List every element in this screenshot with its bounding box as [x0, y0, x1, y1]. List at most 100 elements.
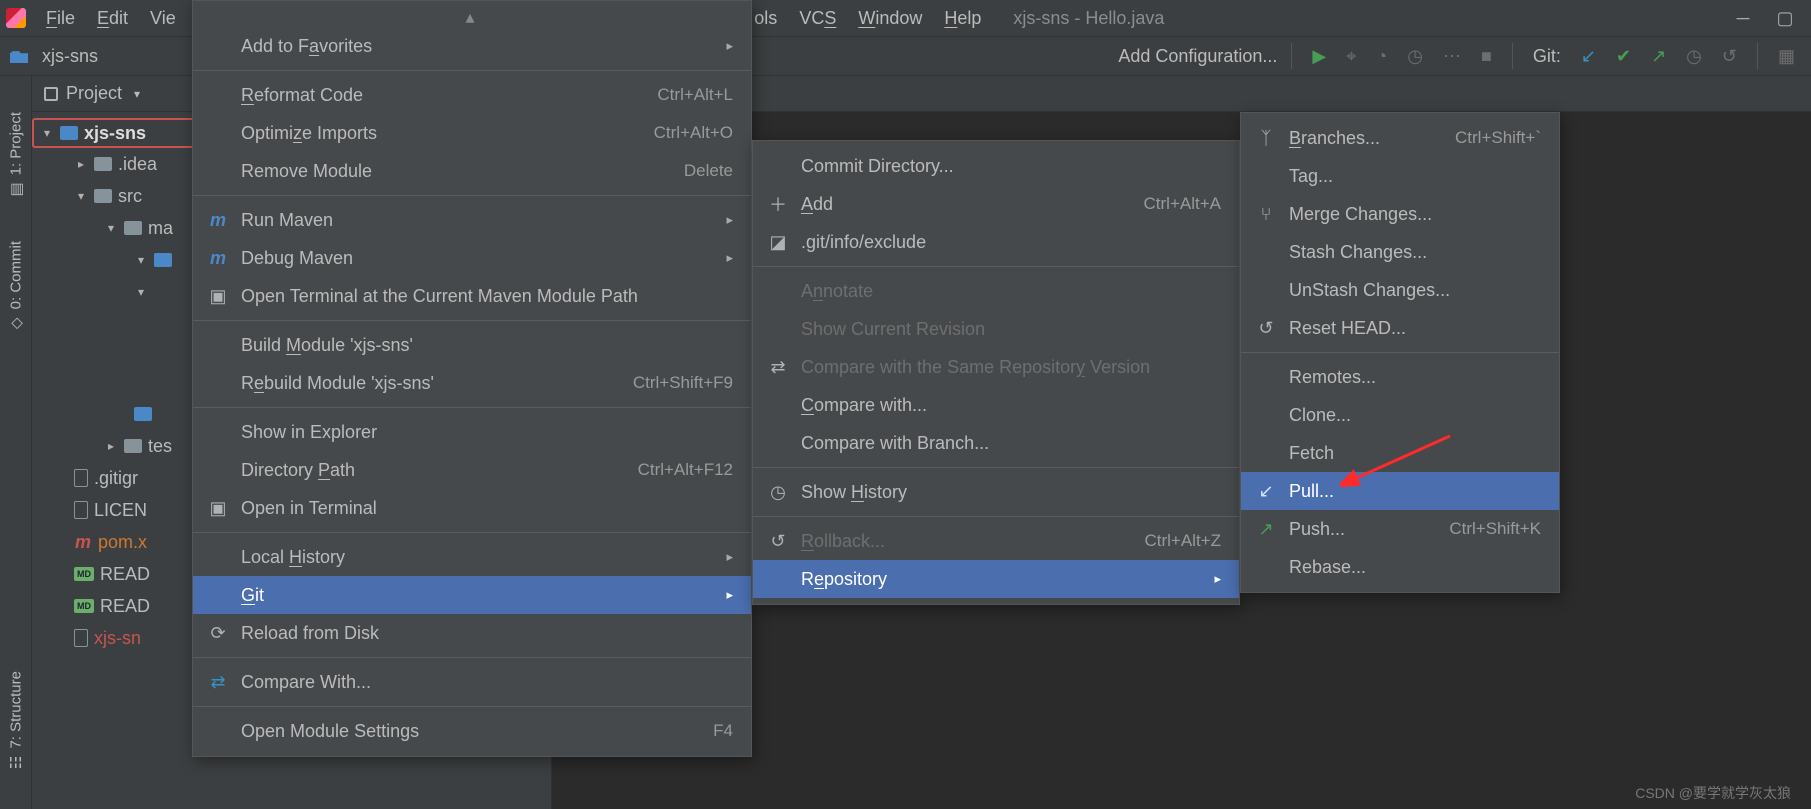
separator — [193, 657, 751, 658]
divider — [1291, 43, 1292, 69]
toolwindow-project[interactable]: ▤1: Project — [4, 106, 28, 205]
menu-clone[interactable]: Clone... — [1241, 396, 1559, 434]
menu-compare-branch[interactable]: Compare with Branch... — [753, 424, 1239, 462]
menu-view[interactable]: Vie — [140, 4, 186, 33]
watermark: CSDN @要学就学灰太狼 — [1635, 783, 1791, 803]
clock-icon: ◷ — [767, 482, 789, 503]
menu-git-exclude[interactable]: ◪.git/info/exclude — [753, 223, 1239, 261]
menu-compare-with[interactable]: ⇄Compare With... — [193, 663, 751, 701]
file-icon — [74, 469, 88, 487]
folder-icon — [124, 439, 142, 453]
menu-directory-path[interactable]: Directory PathCtrl+Alt+F12 — [193, 451, 751, 489]
git-label: Git: — [1527, 46, 1567, 67]
git-push-icon[interactable]: ↗ — [1645, 46, 1672, 67]
git-commit-icon[interactable]: ✔ — [1610, 46, 1637, 67]
menu-open-terminal[interactable]: ▣Open in Terminal — [193, 489, 751, 527]
breadcrumb[interactable]: xjs-sns — [42, 46, 98, 67]
maven-debug-icon: m — [207, 248, 229, 269]
toolwindow-commit[interactable]: ◇0: Commit — [4, 235, 28, 339]
separator — [193, 70, 751, 71]
menu-push[interactable]: ↗Push...Ctrl+Shift+K — [1241, 510, 1559, 548]
stop-icon[interactable]: ■ — [1475, 46, 1498, 67]
window-title: xjs-sns - Hello.java — [1013, 8, 1164, 29]
menu-reformat[interactable]: Reformat CodeCtrl+Alt+L — [193, 76, 751, 114]
menu-pull[interactable]: ↙Pull... — [1241, 472, 1559, 510]
toolwindow-structure[interactable]: ☷7: Structure — [4, 665, 28, 779]
menu-scroll-up-icon[interactable]: ▴ — [193, 7, 751, 27]
terminal-icon: ▣ — [207, 286, 229, 307]
menu-unstash[interactable]: UnStash Changes... — [1241, 271, 1559, 309]
menu-repository[interactable]: Repository▸ — [753, 560, 1239, 598]
menu-compare-same-repo: ⇄Compare with the Same Repository Versio… — [753, 348, 1239, 386]
undo-icon: ↺ — [767, 531, 789, 552]
add-configuration-button[interactable]: Add Configuration... — [1118, 46, 1277, 67]
markdown-icon: MD — [74, 567, 94, 581]
merge-icon: ⑂ — [1255, 204, 1277, 225]
menu-rebase[interactable]: Rebase... — [1241, 548, 1559, 586]
markdown-icon: MD — [74, 599, 94, 613]
menu-build-module[interactable]: Build Module 'xjs-sns' — [193, 326, 751, 364]
git-rollback-icon[interactable]: ↺ — [1716, 46, 1743, 67]
coverage-icon[interactable]: ◔ — [1370, 46, 1393, 67]
menu-help[interactable]: Help — [934, 4, 991, 33]
menu-open-module-settings[interactable]: Open Module SettingsF4 — [193, 712, 751, 750]
window-minimize-icon[interactable]: ─ — [1723, 8, 1763, 29]
ide-settings-icon[interactable]: ▦ — [1772, 46, 1801, 67]
separator — [193, 706, 751, 707]
menu-tag[interactable]: Tag... — [1241, 157, 1559, 195]
menu-reset-head[interactable]: ↺Reset HEAD... — [1241, 309, 1559, 347]
git-submenu: Commit Directory... ＋AddCtrl+Alt+A ◪.git… — [752, 140, 1240, 605]
menu-commit-directory[interactable]: Commit Directory... — [753, 147, 1239, 185]
menu-debug-maven[interactable]: mDebug Maven▸ — [193, 239, 751, 277]
terminal-icon: ▣ — [207, 498, 229, 519]
menu-show-history[interactable]: ◷Show History — [753, 473, 1239, 511]
chevron-down-icon[interactable]: ▾ — [134, 87, 140, 101]
menu-local-history[interactable]: Local History▸ — [193, 538, 751, 576]
menu-file[interactable]: File — [36, 4, 85, 33]
menu-annotate: Annotate — [753, 272, 1239, 310]
separator — [753, 467, 1239, 468]
profile-icon[interactable]: ◷ — [1401, 46, 1429, 67]
project-view-label: Project — [66, 83, 122, 104]
menu-git[interactable]: Git▸ — [193, 576, 751, 614]
menu-edit[interactable]: Edit — [87, 4, 138, 33]
debug-icon[interactable]: ⌖ — [1340, 46, 1362, 67]
menu-remove-module[interactable]: Remove ModuleDelete — [193, 152, 751, 190]
menu-reload-disk[interactable]: ⟳Reload from Disk — [193, 614, 751, 652]
separator — [193, 320, 751, 321]
repository-submenu: ᛉBranches...Ctrl+Shift+` Tag... ⑂Merge C… — [1240, 112, 1560, 593]
pull-icon: ↙ — [1255, 481, 1277, 502]
menu-merge[interactable]: ⑂Merge Changes... — [1241, 195, 1559, 233]
exclude-icon: ◪ — [767, 232, 789, 253]
attach-icon[interactable]: ⋯ — [1437, 46, 1467, 67]
git-history-icon[interactable]: ◷ — [1680, 46, 1708, 67]
folder-icon — [94, 157, 112, 171]
menu-branches[interactable]: ᛉBranches...Ctrl+Shift+` — [1241, 119, 1559, 157]
divider — [1757, 43, 1758, 69]
divider — [1512, 43, 1513, 69]
menu-run-maven[interactable]: mRun Maven▸ — [193, 201, 751, 239]
folder-icon — [154, 253, 172, 267]
menu-rebuild-module[interactable]: Rebuild Module 'xjs-sns'Ctrl+Shift+F9 — [193, 364, 751, 402]
menu-vcs[interactable]: VCS — [789, 4, 846, 33]
menu-open-terminal-maven[interactable]: ▣Open Terminal at the Current Maven Modu… — [193, 277, 751, 315]
separator — [193, 407, 751, 408]
project-icon — [44, 87, 58, 101]
menu-fetch[interactable]: Fetch — [1241, 434, 1559, 472]
git-update-icon[interactable]: ↙ — [1575, 46, 1602, 67]
menu-remotes[interactable]: Remotes... — [1241, 358, 1559, 396]
menu-window[interactable]: Window — [848, 4, 932, 33]
maven-icon: m — [207, 210, 229, 231]
menu-compare-with[interactable]: Compare with... — [753, 386, 1239, 424]
menu-add-favorites[interactable]: Add to Favorites▸ — [193, 27, 751, 65]
folder-icon — [134, 407, 152, 421]
separator — [1241, 352, 1559, 353]
menu-rollback: ↺Rollback...Ctrl+Alt+Z — [753, 522, 1239, 560]
window-maximize-icon[interactable]: ▢ — [1765, 8, 1805, 29]
run-icon[interactable]: ▶ — [1306, 46, 1332, 67]
branch-icon: ᛉ — [1255, 128, 1277, 149]
menu-show-explorer[interactable]: Show in Explorer — [193, 413, 751, 451]
menu-stash[interactable]: Stash Changes... — [1241, 233, 1559, 271]
menu-optimize[interactable]: Optimize ImportsCtrl+Alt+O — [193, 114, 751, 152]
menu-git-add[interactable]: ＋AddCtrl+Alt+A — [753, 185, 1239, 223]
